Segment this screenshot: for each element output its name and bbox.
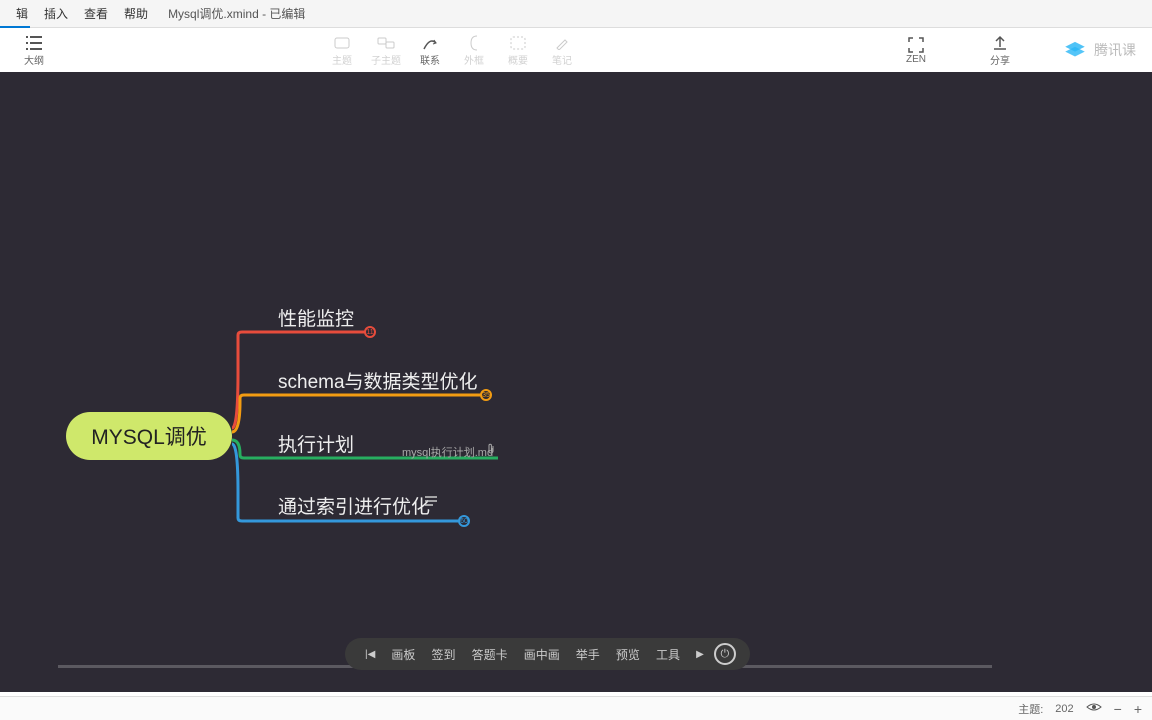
player-prev-button[interactable]: |◀ <box>359 649 381 660</box>
topics-label: 主题: <box>1018 701 1043 717</box>
brand-logo-icon <box>1062 37 1088 63</box>
player-preview-button[interactable]: 预览 <box>610 646 646 663</box>
collapse-toggle-index[interactable]: 60 <box>458 515 470 527</box>
zoom-out-button[interactable]: − <box>1114 701 1122 717</box>
subrect-icon <box>377 34 395 52</box>
marker-button[interactable]: 笔记 <box>540 30 584 70</box>
pen-icon <box>553 34 571 52</box>
relation-icon <box>421 34 439 52</box>
toolbar: 大纲 主题 子主题 联系 外框 概要 笔记 ZEN <box>0 28 1152 72</box>
boundary-icon <box>509 34 527 52</box>
menu-bar: 辑 插入 查看 帮助 Mysql调优.xmind - 已编辑 <box>0 0 1152 28</box>
branch-lines <box>0 72 1152 692</box>
player-board-button[interactable]: 画板 <box>385 646 421 663</box>
status-bar: 主题: 202 − + <box>0 696 1152 720</box>
share-label: 分享 <box>990 52 1010 67</box>
zen-label: ZEN <box>906 54 926 65</box>
player-tools-button[interactable]: 工具 <box>650 646 686 663</box>
subtopic-button[interactable]: 子主题 <box>364 30 408 70</box>
brand-watermark: 腾讯课 <box>1062 37 1136 63</box>
relation-label: 联系 <box>420 52 440 67</box>
upload-icon <box>991 34 1009 52</box>
menu-help[interactable]: 帮助 <box>116 5 156 22</box>
boundary-button[interactable]: 概要 <box>496 30 540 70</box>
attachment-label[interactable]: mysql执行计划.md <box>402 444 493 460</box>
player-pip-button[interactable]: 画中画 <box>518 646 566 663</box>
collapse-toggle-schema[interactable]: 35 <box>480 389 492 401</box>
zoom-in-button[interactable]: + <box>1134 701 1142 717</box>
zen-button[interactable]: ZEN <box>894 30 938 70</box>
list-icon <box>25 34 43 52</box>
player-next-button[interactable]: ▶ <box>690 649 710 660</box>
share-button[interactable]: 分享 <box>978 30 1022 70</box>
paperclip-icon[interactable] <box>486 443 496 458</box>
branch-node-performance[interactable]: 性能监控 <box>278 304 354 331</box>
menu-edit[interactable]: 辑 <box>8 5 36 22</box>
topics-count: 202 <box>1055 703 1073 715</box>
collapse-toggle-performance[interactable]: 11 <box>364 326 376 338</box>
boundary-label: 概要 <box>508 52 528 67</box>
player-quiz-button[interactable]: 答题卡 <box>466 646 514 663</box>
subtopic-label: 子主题 <box>371 52 401 67</box>
bracket-icon <box>465 34 483 52</box>
visibility-icon[interactable] <box>1086 701 1102 716</box>
relation-button[interactable]: 联系 <box>408 30 452 70</box>
branch-node-plan[interactable]: 执行计划 <box>278 430 354 457</box>
outline-button[interactable]: 大纲 <box>12 30 56 70</box>
branch-node-index[interactable]: 通过索引进行优化 <box>278 492 430 519</box>
menu-view[interactable]: 查看 <box>76 5 116 22</box>
player-raise-button[interactable]: 举手 <box>570 646 606 663</box>
fullscreen-icon <box>907 36 925 54</box>
topic-button[interactable]: 主题 <box>320 30 364 70</box>
branch-node-schema[interactable]: schema与数据类型优化 <box>278 367 478 394</box>
rect-icon <box>333 34 351 52</box>
menu-insert[interactable]: 插入 <box>36 5 76 22</box>
notes-icon[interactable] <box>424 494 438 510</box>
player-bar: |◀ 画板 签到 答题卡 画中画 举手 预览 工具 ▶ ⏻ <box>345 638 750 670</box>
brand-text: 腾讯课 <box>1094 40 1136 60</box>
summary-label: 外框 <box>464 52 484 67</box>
player-power-button[interactable]: ⏻ <box>714 643 736 665</box>
player-signin-button[interactable]: 签到 <box>426 646 462 663</box>
outline-label: 大纲 <box>24 52 44 67</box>
window-title: Mysql调优.xmind - 已编辑 <box>168 5 305 22</box>
mindmap-canvas[interactable]: MYSQL调优 性能监控 11 schema与数据类型优化 35 执行计划 my… <box>0 72 1152 692</box>
root-node[interactable]: MYSQL调优 <box>66 412 232 460</box>
summary-button[interactable]: 外框 <box>452 30 496 70</box>
topic-label: 主题 <box>332 52 352 67</box>
marker-label: 笔记 <box>552 52 572 67</box>
